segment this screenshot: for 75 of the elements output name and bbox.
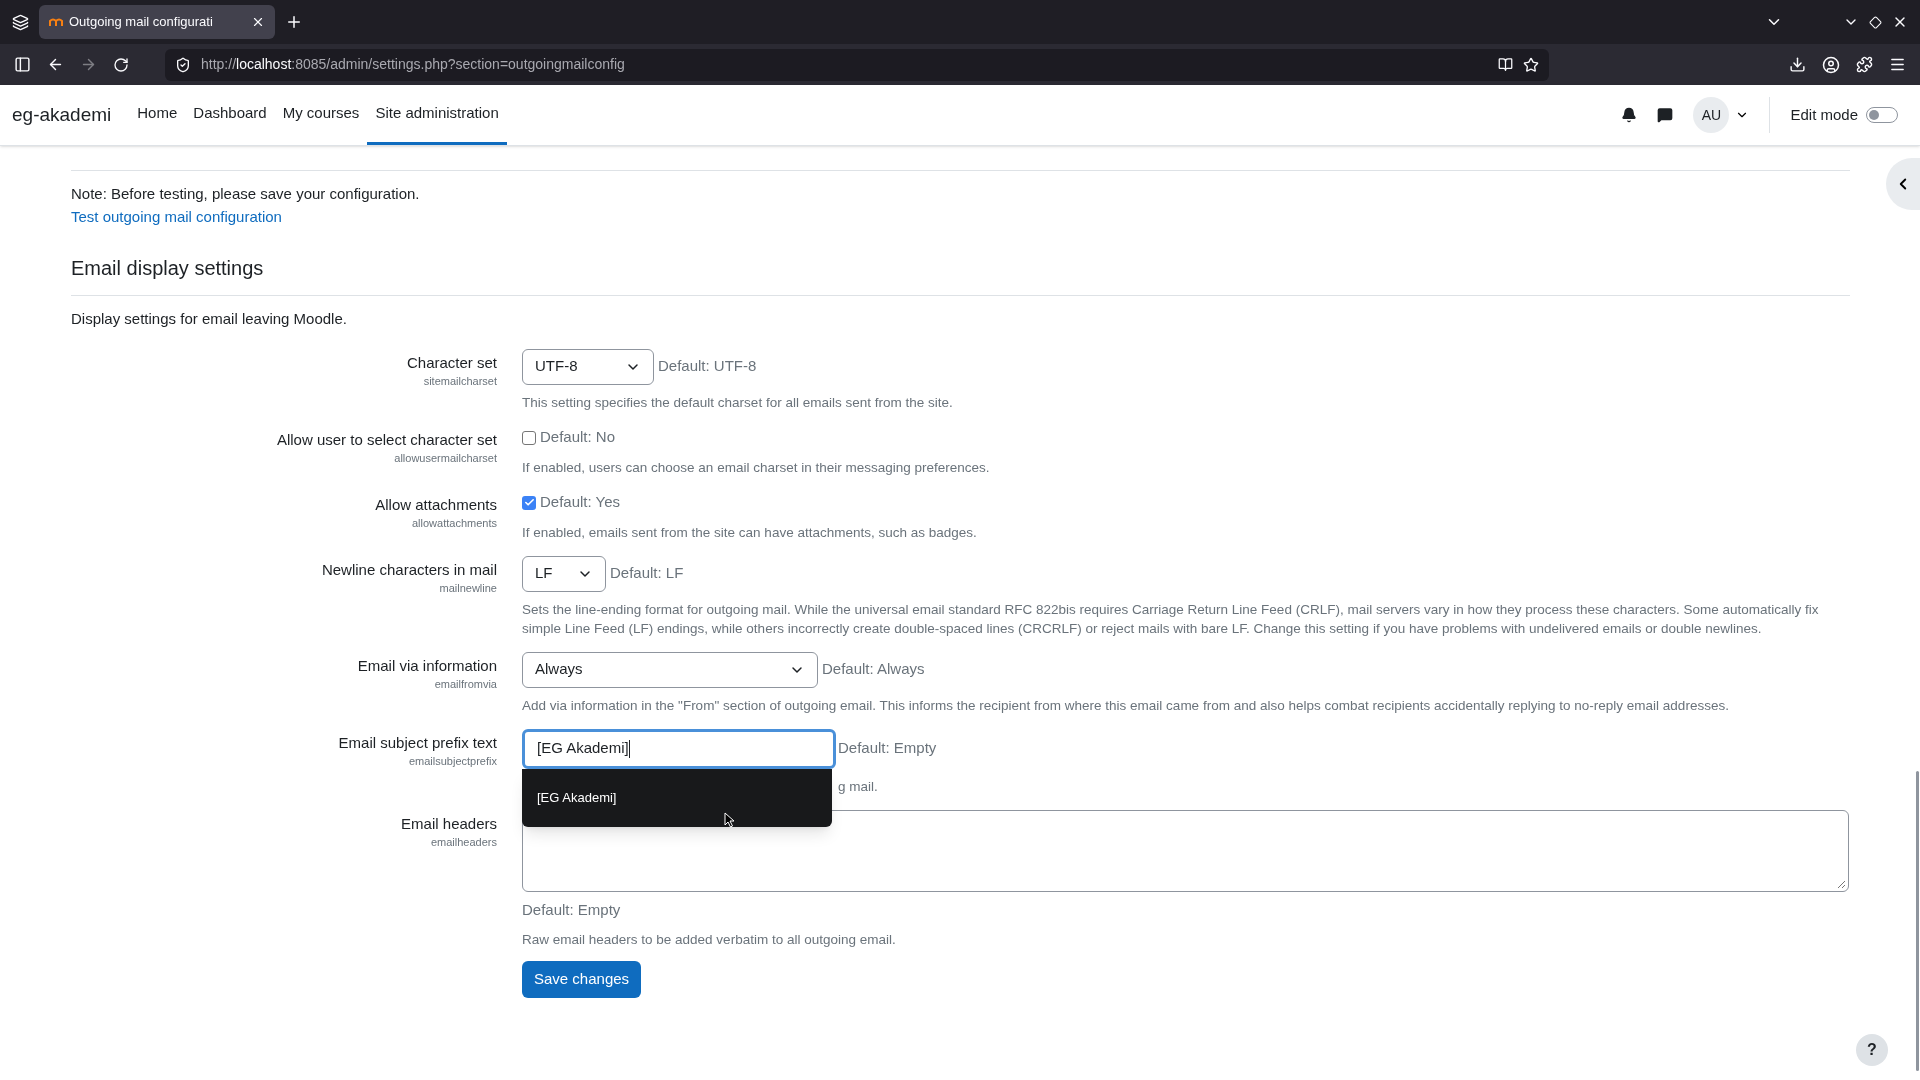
- setting-key: sitemailcharset: [423, 372, 497, 389]
- default-value-text: Default: Empty: [838, 738, 937, 759]
- setting-help-text: Add via information in the "From" section of outgoing email. This informs the recipient from where this email came from and also helps combat recipients accidentally replying to no-reply email addresses.: [522, 696, 1730, 715]
- close-icon[interactable]: [251, 15, 265, 29]
- sidebar-icon[interactable]: [14, 56, 31, 73]
- textarea-field[interactable]: [522, 809, 1849, 892]
- browser-tab[interactable]: Outgoing mail configurati: [39, 5, 275, 39]
- default-value-text: Default: UTF-8: [658, 356, 757, 377]
- reload-icon[interactable]: [113, 56, 129, 73]
- messages-icon[interactable]: [1657, 107, 1674, 123]
- setting-key: allowattachments: [412, 514, 497, 531]
- menu-icon[interactable]: [1889, 56, 1906, 73]
- bookmark-star-icon[interactable]: [1523, 56, 1539, 73]
- section-description: Display settings for email leaving Moodle.: [71, 309, 348, 329]
- notifications-bell-icon[interactable]: [1621, 107, 1638, 123]
- site-name[interactable]: eg-akademi: [12, 100, 112, 130]
- default-value-text: Default: LF: [610, 563, 684, 584]
- dropdown-select[interactable]: LF: [522, 555, 606, 592]
- dropdown-select[interactable]: Always: [522, 651, 818, 688]
- setting-label: Email subject prefix text: [338, 732, 497, 753]
- maximize-icon[interactable]: [1869, 15, 1882, 29]
- edit-mode-label: Edit mode: [1790, 104, 1858, 125]
- default-value-text: Default: No: [540, 427, 616, 448]
- save-changes-button[interactable]: Save changes: [522, 960, 642, 998]
- nav-link[interactable]: Site administration: [367, 85, 507, 145]
- site-logo-icon: [49, 17, 63, 27]
- new-tab-icon[interactable]: [285, 13, 303, 31]
- setting-key: mailnewline: [439, 579, 497, 596]
- setting-help-text: g mail.: [837, 777, 879, 796]
- resize-handle-icon: [1837, 879, 1846, 889]
- nav-link[interactable]: Home: [129, 85, 186, 145]
- autocomplete-option[interactable]: [EG Akademi]: [537, 787, 817, 808]
- setting-label: Allow user to select character set: [276, 429, 497, 450]
- edit-mode-toggle[interactable]: [1866, 107, 1898, 123]
- text-input-field[interactable]: [EG Akademi]: [522, 728, 836, 769]
- reader-view-icon[interactable]: [1498, 57, 1513, 72]
- setting-key: emailfromvia: [434, 675, 497, 692]
- checkbox[interactable]: [522, 430, 536, 445]
- help-button[interactable]: ?: [1856, 1034, 1888, 1066]
- tab-list-icon[interactable]: [12, 13, 29, 31]
- section-heading: Email display settings: [71, 253, 1850, 296]
- text-cursor: [628, 739, 630, 758]
- setting-help-text: This setting specifies the default charset for all emails sent from the site.: [522, 393, 954, 412]
- setting-help-text: Sets the line-ending format for outgoing mail. While the universal email standard RFC 822bis requires Carriage Return Line Feed (CRLF), mail servers vary in how they process these characters. Some automatically fix simple Line Feed (LF) endings, while others incorrectly create double-spaced lines (CRCRLF) or reject mails with bare LF. Change this setting if you have problems with undelivered emails or double newlines.: [522, 600, 1820, 638]
- setting-label: Email via information: [357, 655, 497, 676]
- setting-help-text: If enabled, emails sent from the site can have attachments, such as badges.: [522, 523, 978, 542]
- drawer-toggle-button[interactable]: [1886, 158, 1920, 210]
- setting-label: Newline characters in mail: [321, 559, 497, 580]
- user-avatar[interactable]: AU: [1693, 97, 1730, 133]
- dropdown-select[interactable]: UTF-8: [522, 348, 654, 385]
- shield-icon: [175, 56, 191, 73]
- extensions-icon[interactable]: [1856, 56, 1873, 73]
- default-value-text: Default: Yes: [540, 492, 621, 513]
- setting-key: emailsubjectprefix: [408, 752, 497, 769]
- default-value-text: Default: Empty: [522, 900, 621, 918]
- back-icon[interactable]: [47, 56, 64, 73]
- checkbox[interactable]: [522, 495, 536, 510]
- account-icon[interactable]: [1822, 55, 1840, 74]
- setting-key: allowusermailcharset: [394, 449, 497, 466]
- setting-help-text: Raw email headers to be added verbatim to all outgoing email.: [522, 930, 897, 949]
- setting-label: Character set: [406, 352, 497, 373]
- address-bar[interactable]: http://localhost:8085/admin/settings.php?section=outgoingmailconfig: [165, 48, 1549, 81]
- test-mail-link[interactable]: Test outgoing mail configuration: [71, 208, 282, 225]
- setting-key: emailheaders: [430, 833, 497, 850]
- setting-label: Email headers: [401, 813, 497, 834]
- mouse-pointer-icon: [724, 811, 735, 828]
- download-icon[interactable]: [1789, 56, 1806, 73]
- nav-link[interactable]: Dashboard: [185, 85, 275, 145]
- note-text: Note: Before testing, please save your configuration.: [71, 184, 421, 204]
- default-value-text: Default: Always: [822, 659, 925, 680]
- url-text: http://localhost:8085/admin/settings.php?section=outgoingmailconfig: [201, 55, 626, 74]
- nav-link[interactable]: My courses: [274, 85, 368, 145]
- setting-label: Allow attachments: [375, 494, 497, 515]
- setting-help-text: If enabled, users can choose an email charset in their messaging preferences.: [522, 458, 991, 477]
- checkmark-icon: [523, 497, 535, 508]
